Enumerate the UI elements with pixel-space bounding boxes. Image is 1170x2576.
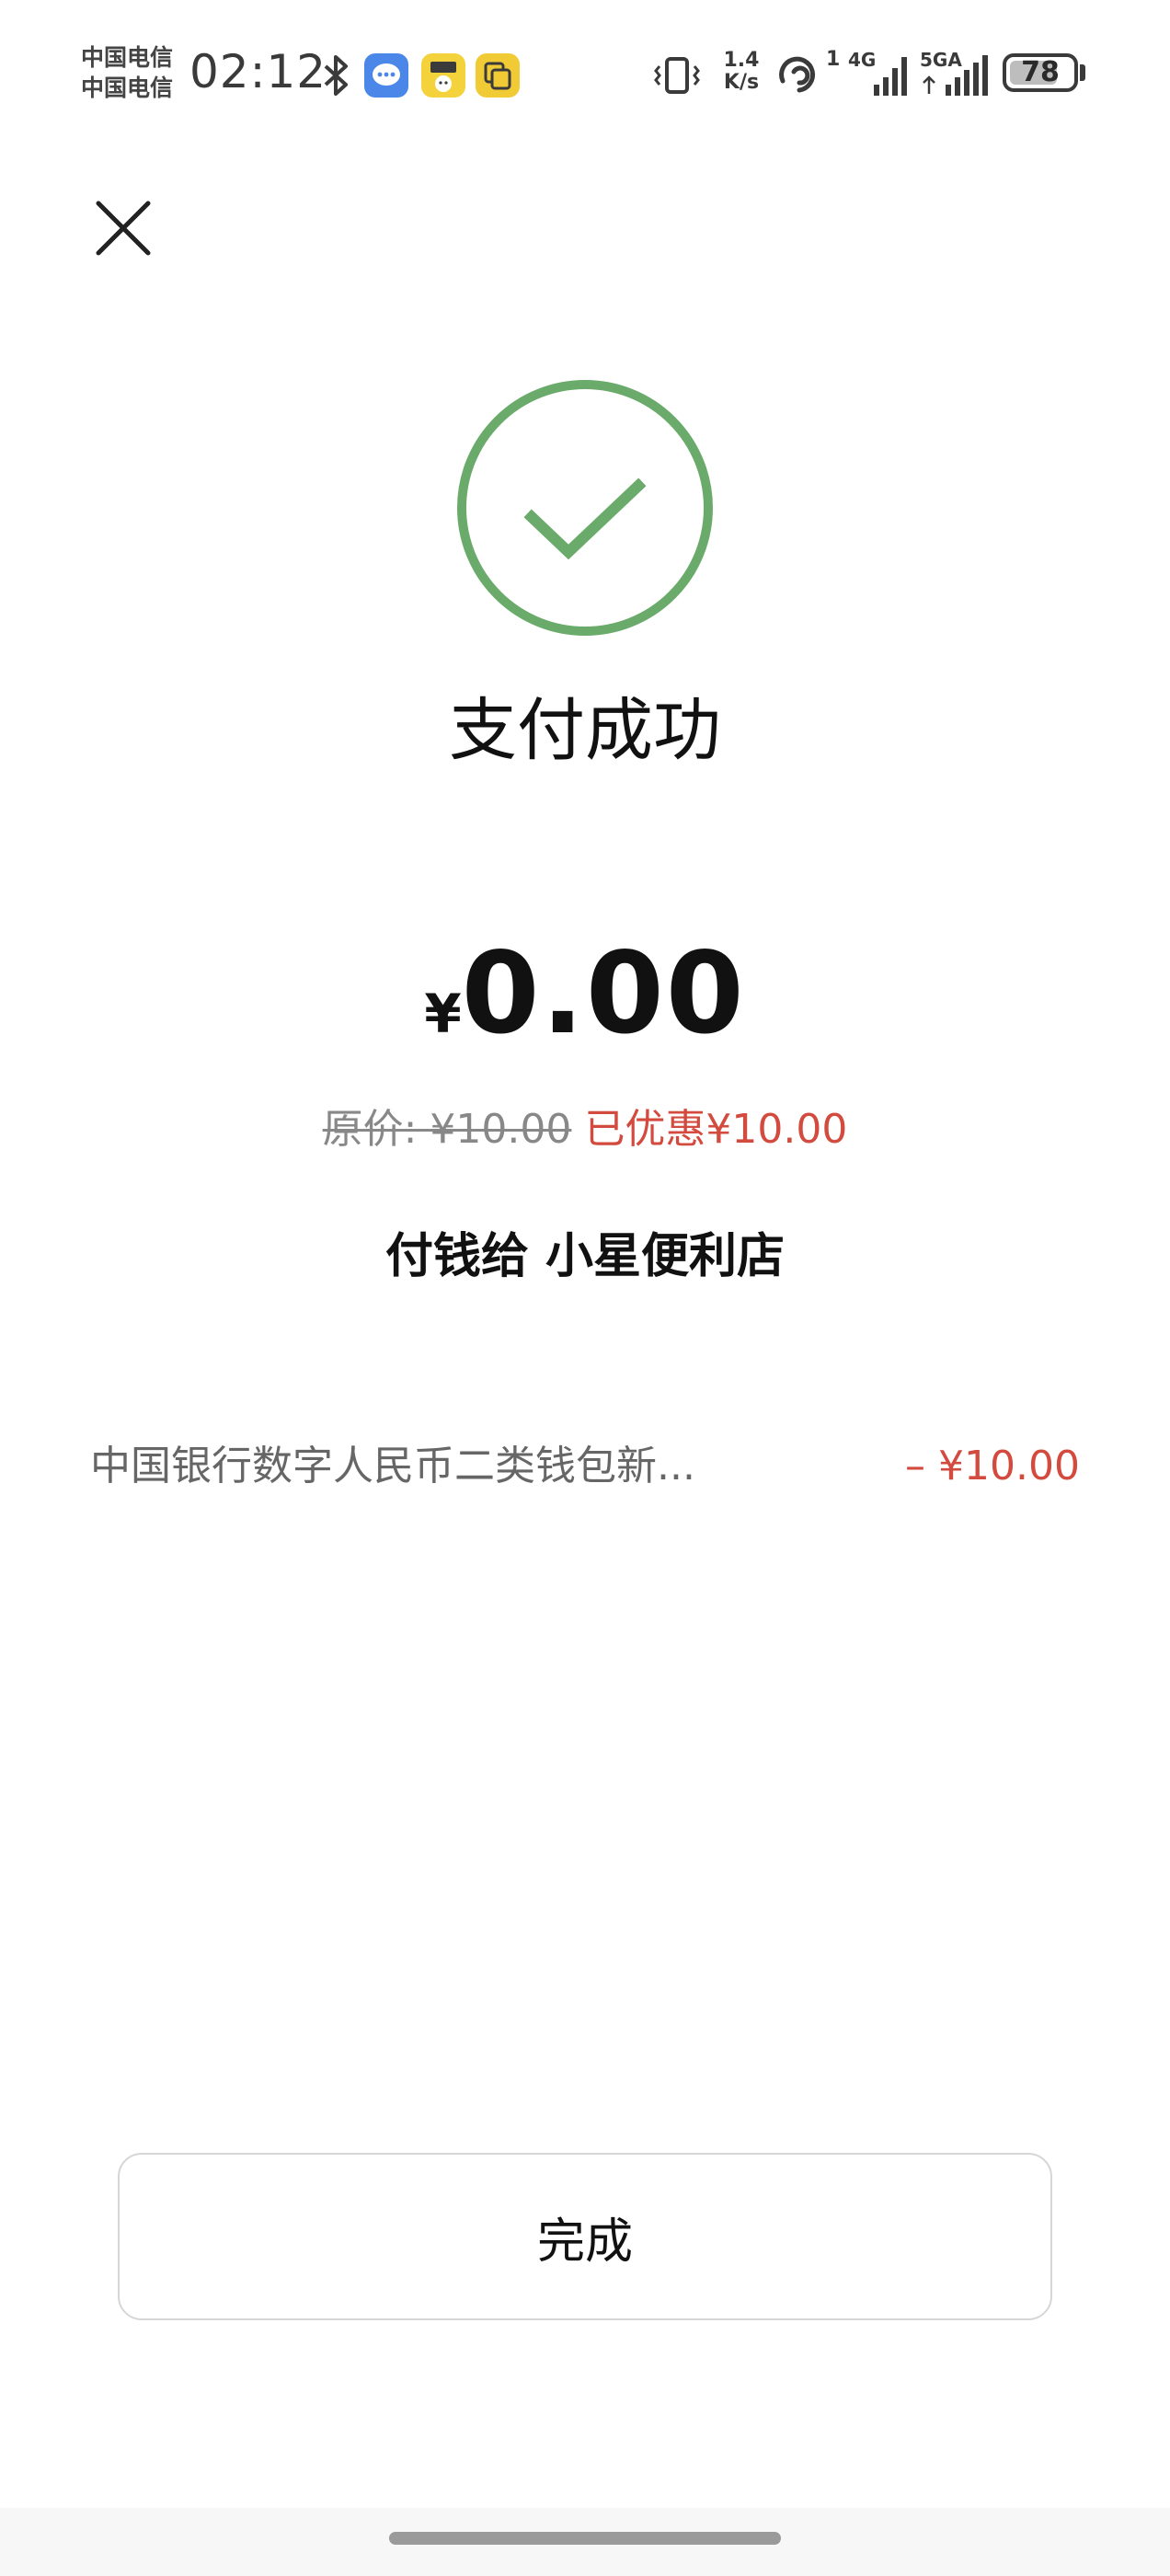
done-button[interactable]: 完成 — [118, 2153, 1052, 2320]
bluetooth-icon — [320, 53, 353, 101]
close-icon — [96, 201, 151, 256]
original-price: 原价: ¥10.00 — [322, 1106, 572, 1153]
status-bar: 中国电信 中国电信 02:12 1.4 K/s 1 4G 5GA 78 — [0, 0, 1170, 138]
carrier-2: 中国电信 — [81, 75, 174, 101]
clock: 02:12 — [189, 45, 327, 98]
clipboard-app-icon — [476, 53, 520, 98]
signal-icon: 4G — [848, 50, 914, 98]
message-app-icon — [364, 53, 408, 98]
amount-value: 0.00 — [461, 928, 746, 1059]
payment-method-amount: – ¥10.00 — [905, 1443, 1080, 1489]
network-speed: 1.4 K/s — [717, 50, 765, 94]
signal-icon-2: 5GA — [920, 50, 993, 98]
page-title: 支付成功 — [449, 691, 721, 770]
hotspot-count: 1 — [826, 48, 841, 71]
vibrate-icon — [651, 53, 703, 101]
close-button[interactable] — [88, 193, 158, 263]
currency-symbol: ¥ — [424, 983, 462, 1045]
discount-info: 原价: ¥10.00 已优惠¥10.00 — [0, 1100, 1170, 1159]
success-check-icon — [454, 377, 716, 642]
network-speed-value: 1.4 — [723, 49, 760, 72]
battery-cap — [1080, 64, 1085, 81]
carrier-1: 中国电信 — [81, 44, 174, 71]
hotspot-icon — [775, 53, 825, 101]
battery-icon: 78 — [1003, 53, 1078, 92]
home-indicator[interactable] — [389, 2532, 781, 2545]
network-speed-unit: K/s — [723, 71, 760, 94]
discount-amount: 已优惠¥10.00 — [584, 1106, 848, 1153]
battery-level: 78 — [1021, 56, 1060, 88]
reader-app-icon — [421, 53, 465, 98]
payee: 付钱给 小星便利店 — [384, 1229, 786, 1284]
carrier-info: 中国电信 中国电信 — [81, 42, 188, 103]
paid-amount: ¥0.00 — [0, 929, 1170, 1058]
payment-method: 中国银行数字人民币二类钱包新... — [90, 1443, 695, 1489]
